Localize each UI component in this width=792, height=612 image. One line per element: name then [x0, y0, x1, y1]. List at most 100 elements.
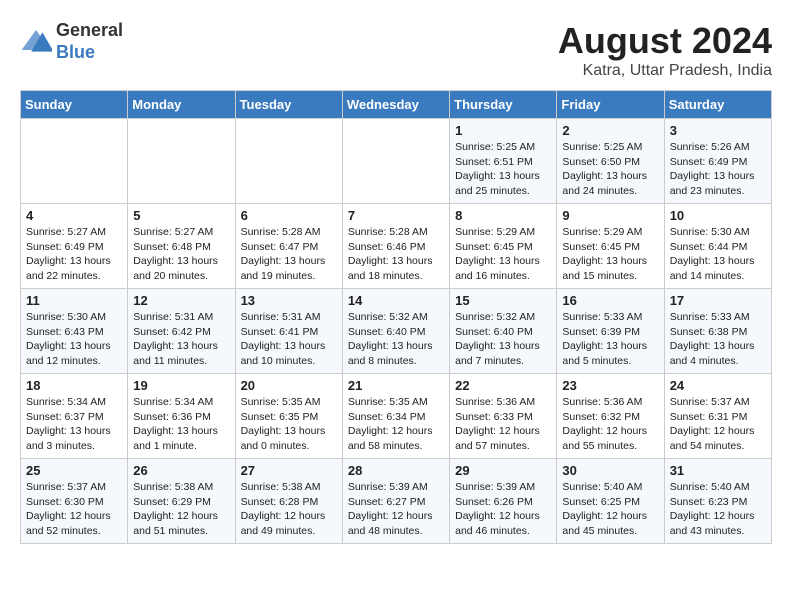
location-subtitle: Katra, Uttar Pradesh, India: [558, 62, 772, 80]
logo-blue: Blue: [56, 42, 123, 64]
day-info: Sunrise: 5:30 AM Sunset: 6:43 PM Dayligh…: [26, 310, 122, 369]
column-header-monday: Monday: [128, 91, 235, 119]
calendar-cell: 21 Sunrise: 5:35 AM Sunset: 6:34 PM Dayli…: [342, 374, 449, 459]
day-info: Sunrise: 5:39 AM Sunset: 6:26 PM Dayligh…: [455, 480, 551, 539]
day-number: 11: [26, 293, 122, 308]
calendar-cell: 31 Sunrise: 5:40 AM Sunset: 6:23 PM Dayli…: [664, 459, 771, 544]
day-info: Sunrise: 5:38 AM Sunset: 6:28 PM Dayligh…: [241, 480, 337, 539]
calendar-week-2: 4Sunrise: 5:27 AM Sunset: 6:49 PM Daylig…: [21, 204, 772, 289]
day-info: Sunrise: 5:32 AM Sunset: 6:40 PM Dayligh…: [348, 310, 444, 369]
calendar-cell: 12Sunrise: 5:31 AM Sunset: 6:42 PM Dayli…: [128, 289, 235, 374]
day-info: Sunrise: 5:35 AM Sunset: 6:34 PM Dayligh…: [348, 395, 444, 454]
day-number: 14: [348, 293, 444, 308]
header-row: SundayMondayTuesdayWednesdayThursdayFrid…: [21, 91, 772, 119]
calendar-week-5: 25Sunrise: 5:37 AM Sunset: 6:30 PM Dayli…: [21, 459, 772, 544]
day-number: 3: [670, 123, 766, 138]
day-info: Sunrise: 5:29 AM Sunset: 6:45 PM Dayligh…: [562, 225, 658, 284]
column-header-wednesday: Wednesday: [342, 91, 449, 119]
day-number: 12: [133, 293, 229, 308]
day-number: 9: [562, 208, 658, 223]
calendar-table: SundayMondayTuesdayWednesdayThursdayFrid…: [20, 90, 772, 544]
calendar-cell: 30Sunrise: 5:40 AM Sunset: 6:25 PM Dayli…: [557, 459, 664, 544]
day-number: 15: [455, 293, 551, 308]
title-area: August 2024 Katra, Uttar Pradesh, India: [558, 20, 772, 80]
calendar-cell: 17 Sunrise: 5:33 AM Sunset: 6:38 PM Dayli…: [664, 289, 771, 374]
column-header-saturday: Saturday: [664, 91, 771, 119]
day-number: 28: [348, 463, 444, 478]
calendar-cell: 18 Sunrise: 5:34 AM Sunset: 6:37 PM Dayli…: [21, 374, 128, 459]
day-info: Sunrise: 5:28 AM Sunset: 6:47 PM Dayligh…: [241, 225, 337, 284]
day-number: 2: [562, 123, 658, 138]
column-header-friday: Friday: [557, 91, 664, 119]
calendar-cell: 24Sunrise: 5:37 AM Sunset: 6:31 PM Dayli…: [664, 374, 771, 459]
day-info: Sunrise: 5:29 AM Sunset: 6:45 PM Dayligh…: [455, 225, 551, 284]
day-number: 17: [670, 293, 766, 308]
day-number: 23: [562, 378, 658, 393]
day-number: 4: [26, 208, 122, 223]
day-number: 10: [670, 208, 766, 223]
day-number: 8: [455, 208, 551, 223]
calendar-cell: 8 Sunrise: 5:29 AM Sunset: 6:45 PM Daylig…: [450, 204, 557, 289]
day-number: 29: [455, 463, 551, 478]
calendar-week-4: 18 Sunrise: 5:34 AM Sunset: 6:37 PM Dayli…: [21, 374, 772, 459]
day-number: 19: [133, 378, 229, 393]
calendar-cell: 16 Sunrise: 5:33 AM Sunset: 6:39 PM Dayli…: [557, 289, 664, 374]
calendar-cell: 19Sunrise: 5:34 AM Sunset: 6:36 PM Dayli…: [128, 374, 235, 459]
logo-text: General Blue: [56, 20, 123, 63]
day-info: Sunrise: 5:38 AM Sunset: 6:29 PM Dayligh…: [133, 480, 229, 539]
calendar-cell: 9 Sunrise: 5:29 AM Sunset: 6:45 PM Daylig…: [557, 204, 664, 289]
day-info: Sunrise: 5:33 AM Sunset: 6:39 PM Dayligh…: [562, 310, 658, 369]
calendar-cell: 13 Sunrise: 5:31 AM Sunset: 6:41 PM Dayli…: [235, 289, 342, 374]
day-info: Sunrise: 5:31 AM Sunset: 6:41 PM Dayligh…: [241, 310, 337, 369]
day-number: 27: [241, 463, 337, 478]
column-header-thursday: Thursday: [450, 91, 557, 119]
day-info: Sunrise: 5:37 AM Sunset: 6:31 PM Dayligh…: [670, 395, 766, 454]
day-number: 6: [241, 208, 337, 223]
day-number: 13: [241, 293, 337, 308]
calendar-cell: 2 Sunrise: 5:25 AM Sunset: 6:50 PM Daylig…: [557, 119, 664, 204]
calendar-cell: 4Sunrise: 5:27 AM Sunset: 6:49 PM Daylig…: [21, 204, 128, 289]
calendar-cell: 5 Sunrise: 5:27 AM Sunset: 6:48 PM Daylig…: [128, 204, 235, 289]
day-info: Sunrise: 5:40 AM Sunset: 6:23 PM Dayligh…: [670, 480, 766, 539]
day-info: Sunrise: 5:27 AM Sunset: 6:48 PM Dayligh…: [133, 225, 229, 284]
logo-general: General: [56, 20, 123, 42]
day-number: 20: [241, 378, 337, 393]
day-info: Sunrise: 5:39 AM Sunset: 6:27 PM Dayligh…: [348, 480, 444, 539]
day-number: 7: [348, 208, 444, 223]
calendar-cell: 3Sunrise: 5:26 AM Sunset: 6:49 PM Daylig…: [664, 119, 771, 204]
calendar-cell: 14 Sunrise: 5:32 AM Sunset: 6:40 PM Dayli…: [342, 289, 449, 374]
day-info: Sunrise: 5:34 AM Sunset: 6:37 PM Dayligh…: [26, 395, 122, 454]
calendar-week-3: 11 Sunrise: 5:30 AM Sunset: 6:43 PM Dayli…: [21, 289, 772, 374]
calendar-header: SundayMondayTuesdayWednesdayThursdayFrid…: [21, 91, 772, 119]
day-info: Sunrise: 5:40 AM Sunset: 6:25 PM Dayligh…: [562, 480, 658, 539]
calendar-cell: 23 Sunrise: 5:36 AM Sunset: 6:32 PM Dayli…: [557, 374, 664, 459]
day-number: 22: [455, 378, 551, 393]
calendar-cell: 1Sunrise: 5:25 AM Sunset: 6:51 PM Daylig…: [450, 119, 557, 204]
month-year-title: August 2024: [558, 20, 772, 62]
column-header-tuesday: Tuesday: [235, 91, 342, 119]
logo: General Blue: [20, 20, 123, 63]
logo-icon: [20, 26, 52, 58]
calendar-cell: 20 Sunrise: 5:35 AM Sunset: 6:35 PM Dayli…: [235, 374, 342, 459]
calendar-cell: 10Sunrise: 5:30 AM Sunset: 6:44 PM Dayli…: [664, 204, 771, 289]
day-info: Sunrise: 5:36 AM Sunset: 6:33 PM Dayligh…: [455, 395, 551, 454]
day-info: Sunrise: 5:32 AM Sunset: 6:40 PM Dayligh…: [455, 310, 551, 369]
calendar-cell: 7 Sunrise: 5:28 AM Sunset: 6:46 PM Daylig…: [342, 204, 449, 289]
day-info: Sunrise: 5:36 AM Sunset: 6:32 PM Dayligh…: [562, 395, 658, 454]
day-info: Sunrise: 5:25 AM Sunset: 6:50 PM Dayligh…: [562, 140, 658, 199]
calendar-cell: 29 Sunrise: 5:39 AM Sunset: 6:26 PM Dayli…: [450, 459, 557, 544]
day-info: Sunrise: 5:25 AM Sunset: 6:51 PM Dayligh…: [455, 140, 551, 199]
day-number: 26: [133, 463, 229, 478]
calendar-cell: [21, 119, 128, 204]
day-info: Sunrise: 5:33 AM Sunset: 6:38 PM Dayligh…: [670, 310, 766, 369]
day-number: 16: [562, 293, 658, 308]
day-number: 31: [670, 463, 766, 478]
day-info: Sunrise: 5:28 AM Sunset: 6:46 PM Dayligh…: [348, 225, 444, 284]
day-number: 18: [26, 378, 122, 393]
day-info: Sunrise: 5:37 AM Sunset: 6:30 PM Dayligh…: [26, 480, 122, 539]
calendar-cell: 28 Sunrise: 5:39 AM Sunset: 6:27 PM Dayli…: [342, 459, 449, 544]
page-header: General Blue August 2024 Katra, Uttar Pr…: [20, 20, 772, 80]
day-info: Sunrise: 5:35 AM Sunset: 6:35 PM Dayligh…: [241, 395, 337, 454]
day-number: 21: [348, 378, 444, 393]
day-number: 5: [133, 208, 229, 223]
